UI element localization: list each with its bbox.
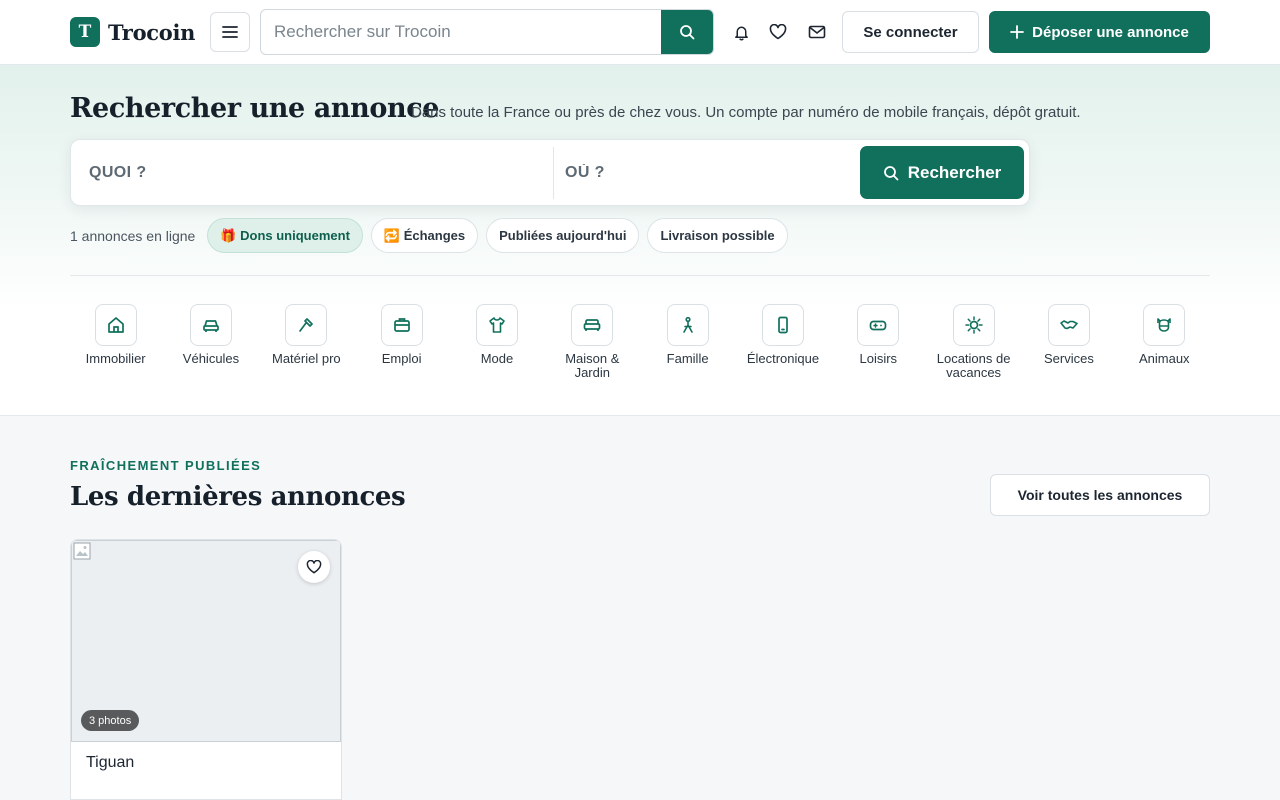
category-electronique[interactable]: Électronique bbox=[735, 304, 830, 380]
category-vehicules[interactable]: Véhicules bbox=[163, 304, 258, 380]
shirt-icon bbox=[489, 317, 505, 333]
category-label: Immobilier bbox=[85, 351, 146, 366]
mail-icon bbox=[808, 25, 826, 39]
phone-icon bbox=[778, 316, 788, 334]
broken-image-icon bbox=[73, 542, 91, 560]
category-immobilier[interactable]: Immobilier bbox=[68, 304, 163, 380]
menu-button[interactable] bbox=[210, 12, 250, 52]
search-icon bbox=[883, 165, 899, 180]
handshake-icon bbox=[1060, 320, 1078, 330]
category-loisirs[interactable]: Loisirs bbox=[831, 304, 926, 380]
post-listing-button[interactable]: Déposer une annonce bbox=[989, 11, 1210, 53]
search-icon bbox=[680, 25, 695, 40]
what-input[interactable] bbox=[89, 150, 549, 196]
hamburger-icon bbox=[222, 26, 238, 38]
category-label: Véhicules bbox=[182, 351, 240, 366]
listing-search-card: Rechercher bbox=[70, 139, 1030, 206]
family-icon bbox=[682, 316, 693, 333]
category-label: Famille bbox=[666, 351, 709, 366]
category-services[interactable]: Services bbox=[1021, 304, 1116, 380]
category-label: Électronique bbox=[746, 351, 820, 366]
listing-title[interactable]: Tiguan bbox=[86, 754, 134, 772]
search-button-label: Rechercher bbox=[907, 162, 1002, 182]
post-listing-label: Déposer une annonce bbox=[1032, 23, 1189, 41]
plus-icon bbox=[1010, 25, 1025, 39]
notifications-button[interactable] bbox=[729, 20, 753, 44]
house-icon bbox=[107, 317, 124, 333]
where-input[interactable] bbox=[565, 150, 855, 196]
category-list: Immobilier Véhicules Matériel pro Emploi… bbox=[68, 304, 1212, 380]
category-mode[interactable]: Mode bbox=[449, 304, 544, 380]
hammer-icon bbox=[299, 318, 314, 332]
category-label: Emploi bbox=[381, 351, 422, 366]
favorites-button[interactable] bbox=[766, 20, 790, 44]
section-eyebrow: FRAÎCHEMENT PUBLIÉES bbox=[70, 458, 262, 473]
category-label: Mode bbox=[480, 351, 514, 366]
filter-chip-donations[interactable]: 🎁 Dons uniquement bbox=[207, 218, 363, 253]
logo-mark: T bbox=[70, 17, 100, 47]
category-locations-vacances[interactable]: Locations de vacances bbox=[926, 304, 1021, 380]
global-search-button[interactable] bbox=[661, 10, 713, 54]
global-search-input[interactable] bbox=[261, 10, 661, 54]
section-title: Les dernières annonces bbox=[70, 482, 406, 512]
listing-card[interactable]: 3 photos Tiguan bbox=[70, 539, 342, 800]
filter-chip-delivery[interactable]: Livraison possible bbox=[647, 218, 788, 253]
category-label: Loisirs bbox=[859, 351, 898, 366]
login-button[interactable]: Se connecter bbox=[842, 11, 979, 53]
top-header: T Trocoin Se connecter Déposer une annon… bbox=[0, 0, 1280, 65]
category-label: Animaux bbox=[1138, 351, 1190, 366]
hero-divider bbox=[70, 275, 1210, 276]
listing-count: 1 annonces en ligne bbox=[70, 227, 196, 244]
hero-subtitle: Dans toute la France ou près de chez vou… bbox=[411, 104, 1081, 121]
briefcase-icon bbox=[393, 318, 410, 332]
global-search bbox=[260, 9, 714, 55]
messages-button[interactable] bbox=[805, 20, 829, 44]
category-animaux[interactable]: Animaux bbox=[1117, 304, 1212, 380]
search-separator bbox=[553, 147, 554, 199]
car-icon bbox=[203, 320, 219, 332]
hero-section: Rechercher une annonce Dans toute la Fra… bbox=[0, 65, 1280, 416]
category-label: Matériel pro bbox=[271, 351, 341, 366]
hero-title: Rechercher une annonce bbox=[70, 93, 440, 124]
heart-icon bbox=[306, 560, 322, 574]
search-button[interactable]: Rechercher bbox=[860, 146, 1024, 199]
quick-filters: 1 annonces en ligne 🎁 Dons uniquement 🔁 … bbox=[70, 218, 788, 253]
gamepad-icon bbox=[869, 320, 887, 331]
category-materiel-pro[interactable]: Matériel pro bbox=[259, 304, 354, 380]
logo[interactable]: T Trocoin bbox=[70, 17, 195, 47]
category-label: Locations de vacances bbox=[936, 351, 1011, 380]
category-famille[interactable]: Famille bbox=[640, 304, 735, 380]
category-maison-jardin[interactable]: Maison & Jardin bbox=[545, 304, 640, 380]
category-emploi[interactable]: Emploi bbox=[354, 304, 449, 380]
heart-icon bbox=[769, 24, 787, 40]
sofa-icon bbox=[583, 319, 601, 331]
filter-chip-exchanges[interactable]: 🔁 Échanges bbox=[370, 218, 479, 253]
category-label: Maison & Jardin bbox=[565, 351, 620, 380]
filter-chip-today[interactable]: Publiées aujourd'hui bbox=[486, 218, 640, 253]
favorite-button[interactable] bbox=[298, 551, 330, 583]
category-label: Services bbox=[1044, 351, 1094, 366]
logo-text: Trocoin bbox=[108, 19, 196, 45]
see-all-listings-button[interactable]: Voir toutes les annonces bbox=[990, 474, 1210, 516]
photo-count-badge: 3 photos bbox=[81, 710, 140, 731]
dog-icon bbox=[1157, 318, 1172, 332]
sun-icon bbox=[964, 316, 983, 334]
bell-icon bbox=[734, 26, 748, 40]
